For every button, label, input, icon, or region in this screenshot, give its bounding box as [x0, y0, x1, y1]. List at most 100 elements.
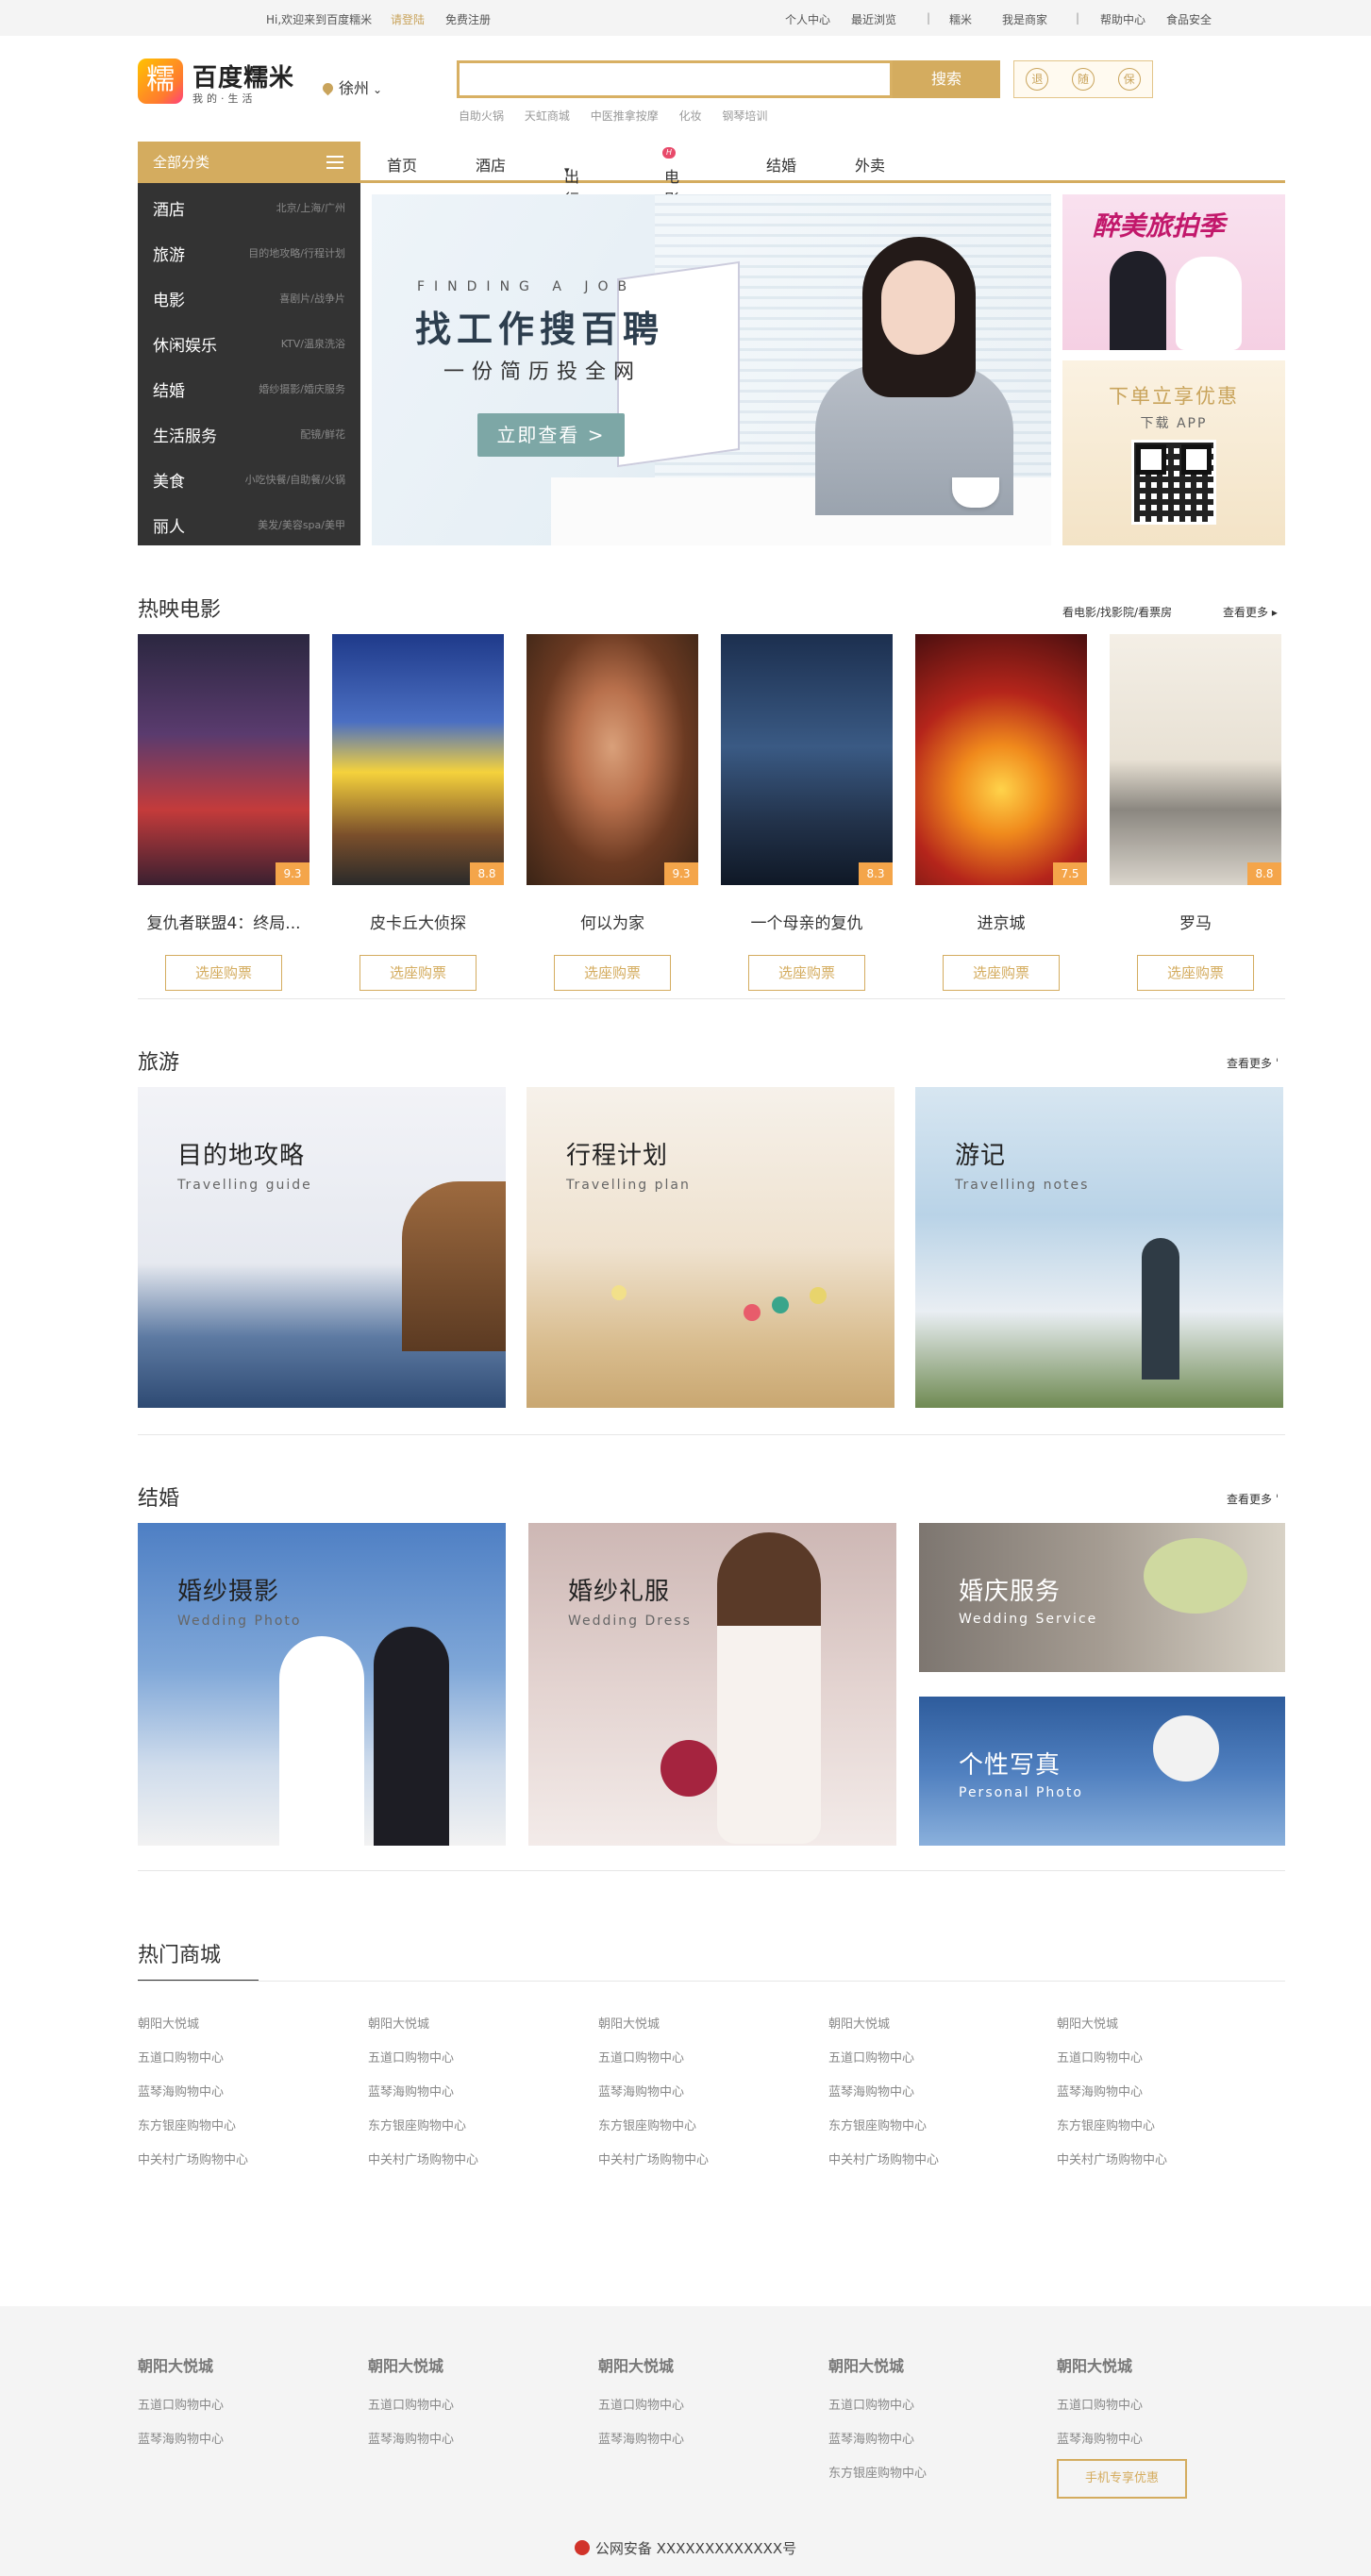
movie-name[interactable]: 何以为家	[527, 910, 698, 933]
hot-word-link[interactable]: 化妆	[679, 109, 702, 123]
travel-guide-tile[interactable]: 目的地攻略 Travelling guide	[138, 1087, 506, 1408]
mobile-offer-button[interactable]: 手机专享优惠	[1057, 2459, 1187, 2499]
buy-ticket-button[interactable]: 选座购票	[359, 955, 477, 991]
help-center-link[interactable]: 帮助中心	[1100, 11, 1145, 27]
footer-heading[interactable]: 朝阳大悦城	[598, 2353, 806, 2376]
hero-banner[interactable]: FINDING A JOB 找工作搜百聘 一份简历投全网 立即查看 >	[372, 194, 1051, 545]
movie-poster[interactable]: 8.8	[332, 634, 504, 885]
footer-link[interactable]: 五道口购物中心	[598, 2395, 806, 2429]
nuomi-link[interactable]: 糯米	[949, 11, 972, 27]
category-item-beauty[interactable]: 丽人 美发/美容spa/美甲	[138, 500, 360, 545]
mall-link[interactable]: 五道口购物中心	[1057, 2049, 1264, 2083]
food-safety-link[interactable]: 食品安全	[1166, 11, 1212, 27]
movie-name[interactable]: 进京城	[915, 910, 1087, 933]
personal-photo-tile[interactable]: 个性写真 Personal Photo	[919, 1697, 1285, 1846]
mall-link[interactable]: 东方银座购物中心	[828, 2117, 1036, 2151]
mall-link[interactable]: 中关村广场购物中心	[1057, 2151, 1264, 2185]
movie-poster[interactable]: 8.3	[721, 634, 893, 885]
city-selector[interactable]: 徐州 ⌄	[320, 75, 382, 98]
mall-link[interactable]: 东方银座购物中心	[1057, 2117, 1264, 2151]
nav-hotel[interactable]: 酒店	[476, 153, 506, 176]
wedding-dress-tile[interactable]: 婚纱礼服 Wedding Dress	[528, 1523, 896, 1846]
category-item-leisure[interactable]: 休闲娱乐 KTV/温泉洗浴	[138, 319, 360, 364]
mall-link[interactable]: 五道口购物中心	[598, 2049, 806, 2083]
footer-link[interactable]: 五道口购物中心	[1057, 2395, 1264, 2429]
mall-link[interactable]: 五道口购物中心	[368, 2049, 576, 2083]
nav-wedding[interactable]: 结婚	[766, 153, 796, 176]
mall-link[interactable]: 五道口购物中心	[138, 2049, 345, 2083]
mall-link[interactable]: 东方银座购物中心	[368, 2117, 576, 2151]
mall-link[interactable]: 蓝琴海购物中心	[368, 2083, 576, 2117]
wedding-photo-tile[interactable]: 婚纱摄影 Wedding Photo	[138, 1523, 506, 1846]
mall-link[interactable]: 朝阳大悦城	[598, 2016, 806, 2049]
mall-link[interactable]: 朝阳大悦城	[1057, 2016, 1264, 2049]
search-input[interactable]	[457, 60, 893, 98]
hot-word-link[interactable]: 天虹商城	[525, 109, 570, 123]
hot-word-link[interactable]: 自助火锅	[459, 109, 504, 123]
mall-link[interactable]: 蓝琴海购物中心	[828, 2083, 1036, 2117]
buy-ticket-button[interactable]: 选座购票	[554, 955, 671, 991]
footer-link[interactable]: 蓝琴海购物中心	[828, 2429, 1036, 2463]
category-item-hotel[interactable]: 酒店 北京/上海/广州	[138, 183, 360, 228]
personal-center-link[interactable]: 个人中心	[785, 11, 830, 27]
mall-link[interactable]: 朝阳大悦城	[138, 2016, 345, 2049]
footer-link[interactable]: 蓝琴海购物中心	[598, 2429, 806, 2463]
footer-link[interactable]: 五道口购物中心	[368, 2395, 576, 2429]
mall-link[interactable]: 东方银座购物中心	[138, 2117, 345, 2151]
nav-takeout[interactable]: 外卖	[855, 153, 885, 176]
movie-poster[interactable]: 7.5	[915, 634, 1087, 885]
movie-name[interactable]: 一个母亲的复仇	[721, 910, 893, 933]
travel-notes-tile[interactable]: 游记 Travelling notes	[915, 1087, 1283, 1408]
mall-link[interactable]: 东方银座购物中心	[598, 2117, 806, 2151]
movie-name[interactable]: 罗马	[1110, 910, 1281, 933]
movie-card[interactable]: 8.3 一个母亲的复仇 选座购票	[721, 634, 893, 991]
buy-ticket-button[interactable]: 选座购票	[165, 955, 282, 991]
icp-record[interactable]: 公网安备 XXXXXXXXXXXXX号	[0, 2538, 1371, 2558]
movie-card[interactable]: 9.3 何以为家 选座购票	[527, 634, 698, 991]
wedding-service-tile[interactable]: 婚庆服务 Wedding Service	[919, 1523, 1285, 1672]
footer-link[interactable]: 东方银座购物中心	[828, 2463, 1036, 2497]
logo-icon[interactable]: 糯	[138, 59, 183, 104]
footer-heading[interactable]: 朝阳大悦城	[368, 2353, 576, 2376]
category-item-movie[interactable]: 电影 喜剧片/战争片	[138, 274, 360, 319]
mall-link[interactable]: 蓝琴海购物中心	[138, 2083, 345, 2117]
footer-heading[interactable]: 朝阳大悦城	[828, 2353, 1036, 2376]
movie-poster[interactable]: 9.3	[138, 634, 309, 885]
buy-ticket-button[interactable]: 选座购票	[943, 955, 1060, 991]
footer-heading[interactable]: 朝阳大悦城	[1057, 2353, 1264, 2376]
movie-name[interactable]: 复仇者联盟4：终局...	[138, 910, 309, 933]
category-item-travel[interactable]: 旅游 目的地攻略/行程计划	[138, 228, 360, 274]
movies-more-link[interactable]: 查看更多 ▸	[1223, 604, 1278, 620]
movies-links[interactable]: 看电影/找影院/看票房	[1062, 604, 1172, 620]
movie-card[interactable]: 7.5 进京城 选座购票	[915, 634, 1087, 991]
travel-more-link[interactable]: 查看更多 ˈ	[1227, 1055, 1279, 1071]
movie-name[interactable]: 皮卡丘大侦探	[332, 910, 504, 933]
nav-home[interactable]: 首页	[387, 153, 417, 176]
hot-word-link[interactable]: 钢琴培训	[722, 109, 767, 123]
buy-ticket-button[interactable]: 选座购票	[748, 955, 865, 991]
search-button[interactable]: 搜索	[893, 60, 1000, 98]
banner-view-button[interactable]: 立即查看 >	[477, 413, 625, 457]
merchant-link[interactable]: 我是商家	[1002, 11, 1047, 27]
category-item-wedding[interactable]: 结婚 婚纱摄影/婚庆服务	[138, 364, 360, 410]
movie-card[interactable]: 9.3 复仇者联盟4：终局... 选座购票	[138, 634, 309, 991]
hot-word-link[interactable]: 中医推拿按摩	[591, 109, 659, 123]
footer-link[interactable]: 五道口购物中心	[138, 2395, 345, 2429]
footer-link[interactable]: 蓝琴海购物中心	[1057, 2429, 1264, 2463]
category-item-life-service[interactable]: 生活服务 配镜/鲜花	[138, 410, 360, 455]
footer-link[interactable]: 蓝琴海购物中心	[138, 2429, 345, 2463]
travel-photo-ad[interactable]: 醉美旅拍季	[1062, 194, 1285, 350]
service-guarantees[interactable]: 退 随 保	[1013, 60, 1153, 98]
movie-card[interactable]: 8.8 皮卡丘大侦探 选座购票	[332, 634, 504, 991]
mall-link[interactable]: 蓝琴海购物中心	[1057, 2083, 1264, 2117]
movie-poster[interactable]: 8.8	[1110, 634, 1281, 885]
movie-poster[interactable]: 9.3	[527, 634, 698, 885]
movie-card[interactable]: 8.8 罗马 选座购票	[1110, 634, 1281, 991]
category-item-food[interactable]: 美食 小吃快餐/自助餐/火锅	[138, 455, 360, 500]
footer-link[interactable]: 蓝琴海购物中心	[368, 2429, 576, 2463]
mall-link[interactable]: 蓝琴海购物中心	[598, 2083, 806, 2117]
mall-link[interactable]: 中关村广场购物中心	[598, 2151, 806, 2185]
mall-link[interactable]: 中关村广场购物中心	[138, 2151, 345, 2185]
register-link[interactable]: 免费注册	[445, 11, 491, 27]
mall-link[interactable]: 朝阳大悦城	[828, 2016, 1036, 2049]
